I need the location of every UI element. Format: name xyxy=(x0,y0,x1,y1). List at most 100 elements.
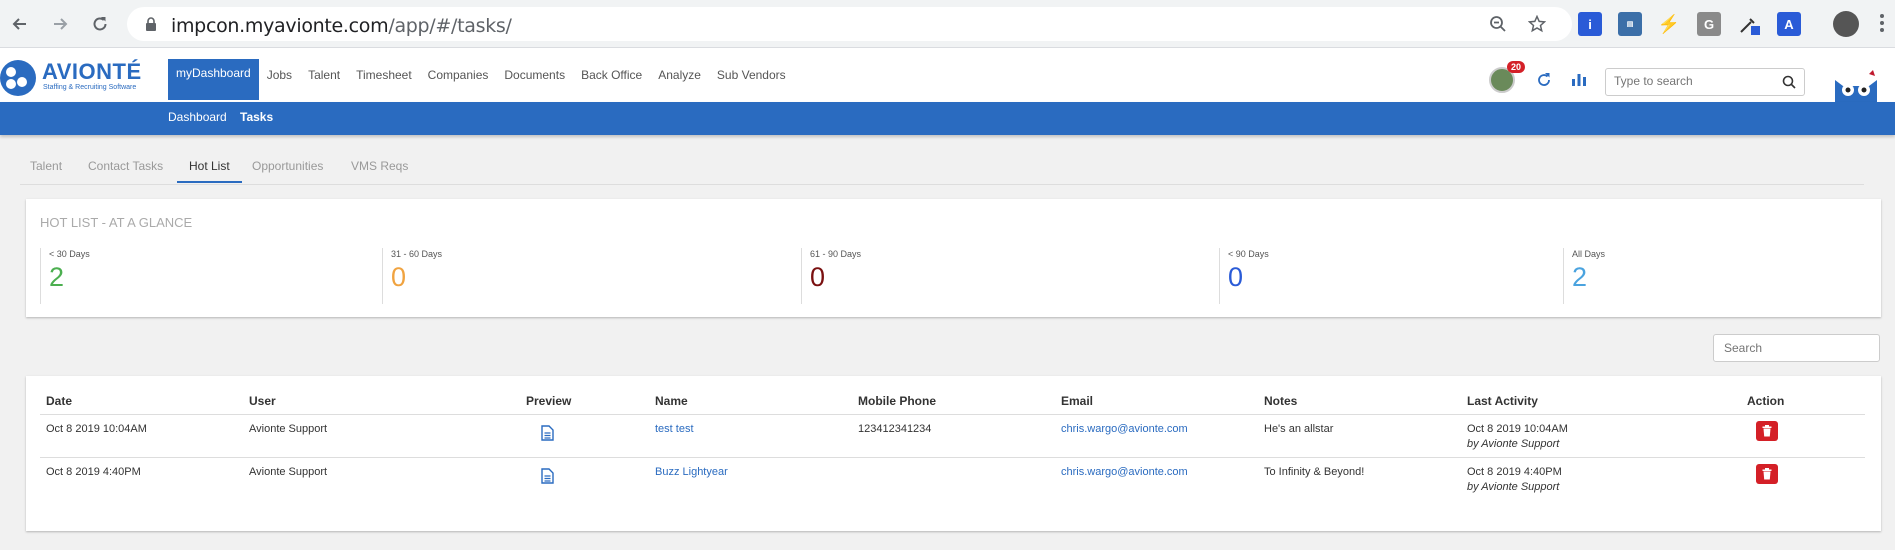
nav-item-jobs[interactable]: Jobs xyxy=(259,61,300,89)
cell-mobile-phone: 123412341234 xyxy=(858,423,932,435)
hot-list-search[interactable] xyxy=(1713,334,1880,362)
task-tabs: Talent Contact Tasks Hot List Opportunit… xyxy=(20,154,1864,185)
nav-item-sub-vendors[interactable]: Sub Vendors xyxy=(709,61,794,89)
glance-title: HOT LIST - AT A GLANCE xyxy=(40,215,193,230)
url-path: /app/#/tasks/ xyxy=(388,15,512,37)
cell-last-activity: Oct 8 2019 4:40PM by Avionte Support xyxy=(1467,466,1562,493)
col-header-notes[interactable]: Notes xyxy=(1264,394,1297,408)
logo-glyph-icon xyxy=(6,67,27,89)
delete-button[interactable] xyxy=(1756,421,1778,441)
a-extension-icon[interactable]: A xyxy=(1777,12,1801,36)
back-button[interactable] xyxy=(6,10,34,38)
subnav-dashboard[interactable]: Dashboard xyxy=(168,110,227,124)
eyedropper-icon xyxy=(1740,18,1760,35)
cell-email-link[interactable]: chris.wargo@avionte.com xyxy=(1061,466,1188,478)
document-preview-icon[interactable] xyxy=(541,425,554,441)
forward-button[interactable] xyxy=(46,10,74,38)
nav-item-companies[interactable]: Companies xyxy=(420,61,497,89)
arrow-right-icon xyxy=(54,18,68,30)
netflix-extension-icon[interactable]: ▤ xyxy=(1618,12,1642,36)
tab-contact-tasks[interactable]: Contact Tasks xyxy=(88,159,163,181)
subnav-tasks[interactable]: Tasks xyxy=(240,110,273,124)
stat-all-days: All Days 2 xyxy=(1563,248,1605,304)
nav-item-back-office[interactable]: Back Office xyxy=(573,61,650,89)
last-activity-by: by Avionte Support xyxy=(1467,438,1560,450)
search-icon[interactable] xyxy=(1782,75,1796,89)
col-header-mobile-phone[interactable]: Mobile Phone xyxy=(858,394,936,408)
logo-name: AVIONTÉ xyxy=(42,59,142,84)
app-header: AVIONTÉ Staffing & Recruiting Software m… xyxy=(0,48,1895,102)
eyedropper-extension-icon[interactable] xyxy=(1737,12,1761,36)
tab-opportunities[interactable]: Opportunities xyxy=(252,159,323,181)
lock-icon xyxy=(146,17,156,31)
refresh-icon[interactable] xyxy=(1535,71,1553,89)
tab-hot-list[interactable]: Hot List xyxy=(177,159,242,183)
stat-under-90-days: < 90 Days 0 xyxy=(1219,248,1269,304)
last-activity-date: Oct 8 2019 4:40PM xyxy=(1467,466,1562,478)
reload-button[interactable] xyxy=(86,10,114,38)
bookmark-star-icon[interactable] xyxy=(1528,15,1546,33)
profile-avatar[interactable] xyxy=(1833,11,1859,37)
nav-item-timesheet[interactable]: Timesheet xyxy=(348,61,420,89)
stat-31-60-days: 31 - 60 Days 0 xyxy=(382,248,442,304)
table-row: Oct 8 2019 4:40PM Avionte Support Buzz L… xyxy=(40,457,1865,500)
logo-tagline: Staffing & Recruiting Software xyxy=(43,84,137,91)
cell-name-link[interactable]: test test xyxy=(655,423,694,435)
main-nav: myDashboard Jobs Talent Timesheet Compan… xyxy=(168,59,794,100)
cell-date: Oct 8 2019 10:04AM xyxy=(46,423,147,435)
global-search[interactable] xyxy=(1605,68,1805,96)
col-header-action: Action xyxy=(1747,394,1785,408)
chrome-menu-icon[interactable] xyxy=(1880,14,1884,34)
col-header-user[interactable]: User xyxy=(249,394,276,408)
notification-globe[interactable]: 20 xyxy=(1489,61,1526,93)
stat-label: All Days xyxy=(1572,249,1606,259)
tab-vms-reqs[interactable]: VMS Reqs xyxy=(351,159,408,181)
logo-mark-icon xyxy=(0,60,36,96)
cell-email-link[interactable]: chris.wargo@avionte.com xyxy=(1061,423,1188,435)
nav-item-documents[interactable]: Documents xyxy=(496,61,573,89)
owl-mascot-icon xyxy=(1831,70,1881,102)
stat-under-30-days: < 30 Days 2 xyxy=(40,248,90,304)
delete-button[interactable] xyxy=(1756,464,1778,484)
grammar-extension-icon[interactable]: G xyxy=(1697,12,1721,36)
stat-value[interactable]: 0 xyxy=(1228,262,1269,293)
cell-last-activity: Oct 8 2019 10:04AM by Avionte Support xyxy=(1467,423,1568,450)
nav-item-mydashboard[interactable]: myDashboard xyxy=(168,59,259,100)
bar-chart-icon[interactable] xyxy=(1570,70,1588,88)
sub-nav: Dashboard Tasks xyxy=(0,102,1895,135)
cell-notes: To Infinity & Beyond! xyxy=(1264,466,1365,478)
nav-item-talent[interactable]: Talent xyxy=(300,61,348,89)
col-header-preview: Preview xyxy=(526,394,572,408)
stat-value[interactable]: 0 xyxy=(391,262,442,293)
lightning-extension-icon[interactable]: ⚡ xyxy=(1657,12,1681,36)
trash-icon xyxy=(1762,468,1772,480)
cell-name-link[interactable]: Buzz Lightyear xyxy=(655,466,728,478)
tab-talent[interactable]: Talent xyxy=(30,159,62,181)
col-header-email[interactable]: Email xyxy=(1061,394,1093,408)
nav-item-analyze[interactable]: Analyze xyxy=(650,61,709,89)
col-header-date[interactable]: Date xyxy=(46,394,72,408)
reload-icon xyxy=(93,17,107,31)
stat-value[interactable]: 2 xyxy=(49,262,90,293)
zoom-out-icon[interactable] xyxy=(1489,15,1507,33)
stat-label: < 30 Days xyxy=(49,249,90,259)
cell-user: Avionte Support xyxy=(249,466,328,478)
col-header-name[interactable]: Name xyxy=(655,394,688,408)
cell-notes: He's an allstar xyxy=(1264,423,1334,435)
hot-list-table: Date User Preview Name Mobile Phone Emai… xyxy=(26,376,1881,531)
global-search-input[interactable] xyxy=(1614,74,1774,88)
notification-badge: 20 xyxy=(1507,61,1526,73)
document-preview-icon[interactable] xyxy=(541,468,554,484)
last-activity-date: Oct 8 2019 10:04AM xyxy=(1467,423,1568,435)
stat-label: 61 - 90 Days xyxy=(810,249,862,259)
info-extension-icon[interactable]: i xyxy=(1578,12,1602,36)
stat-61-90-days: 61 - 90 Days 0 xyxy=(801,248,861,304)
owl-icon xyxy=(1835,70,1877,102)
last-activity-by: by Avionte Support xyxy=(1467,481,1560,493)
stat-value[interactable]: 0 xyxy=(810,262,861,293)
address-bar[interactable]: impcon.myavionte.com/app/#/tasks/ xyxy=(127,7,1572,41)
table-row: Oct 8 2019 10:04AM Avionte Support test … xyxy=(40,414,1865,457)
hot-list-search-input[interactable] xyxy=(1724,341,1864,355)
stat-value[interactable]: 2 xyxy=(1572,262,1605,293)
col-header-last-activity[interactable]: Last Activity xyxy=(1467,394,1538,408)
